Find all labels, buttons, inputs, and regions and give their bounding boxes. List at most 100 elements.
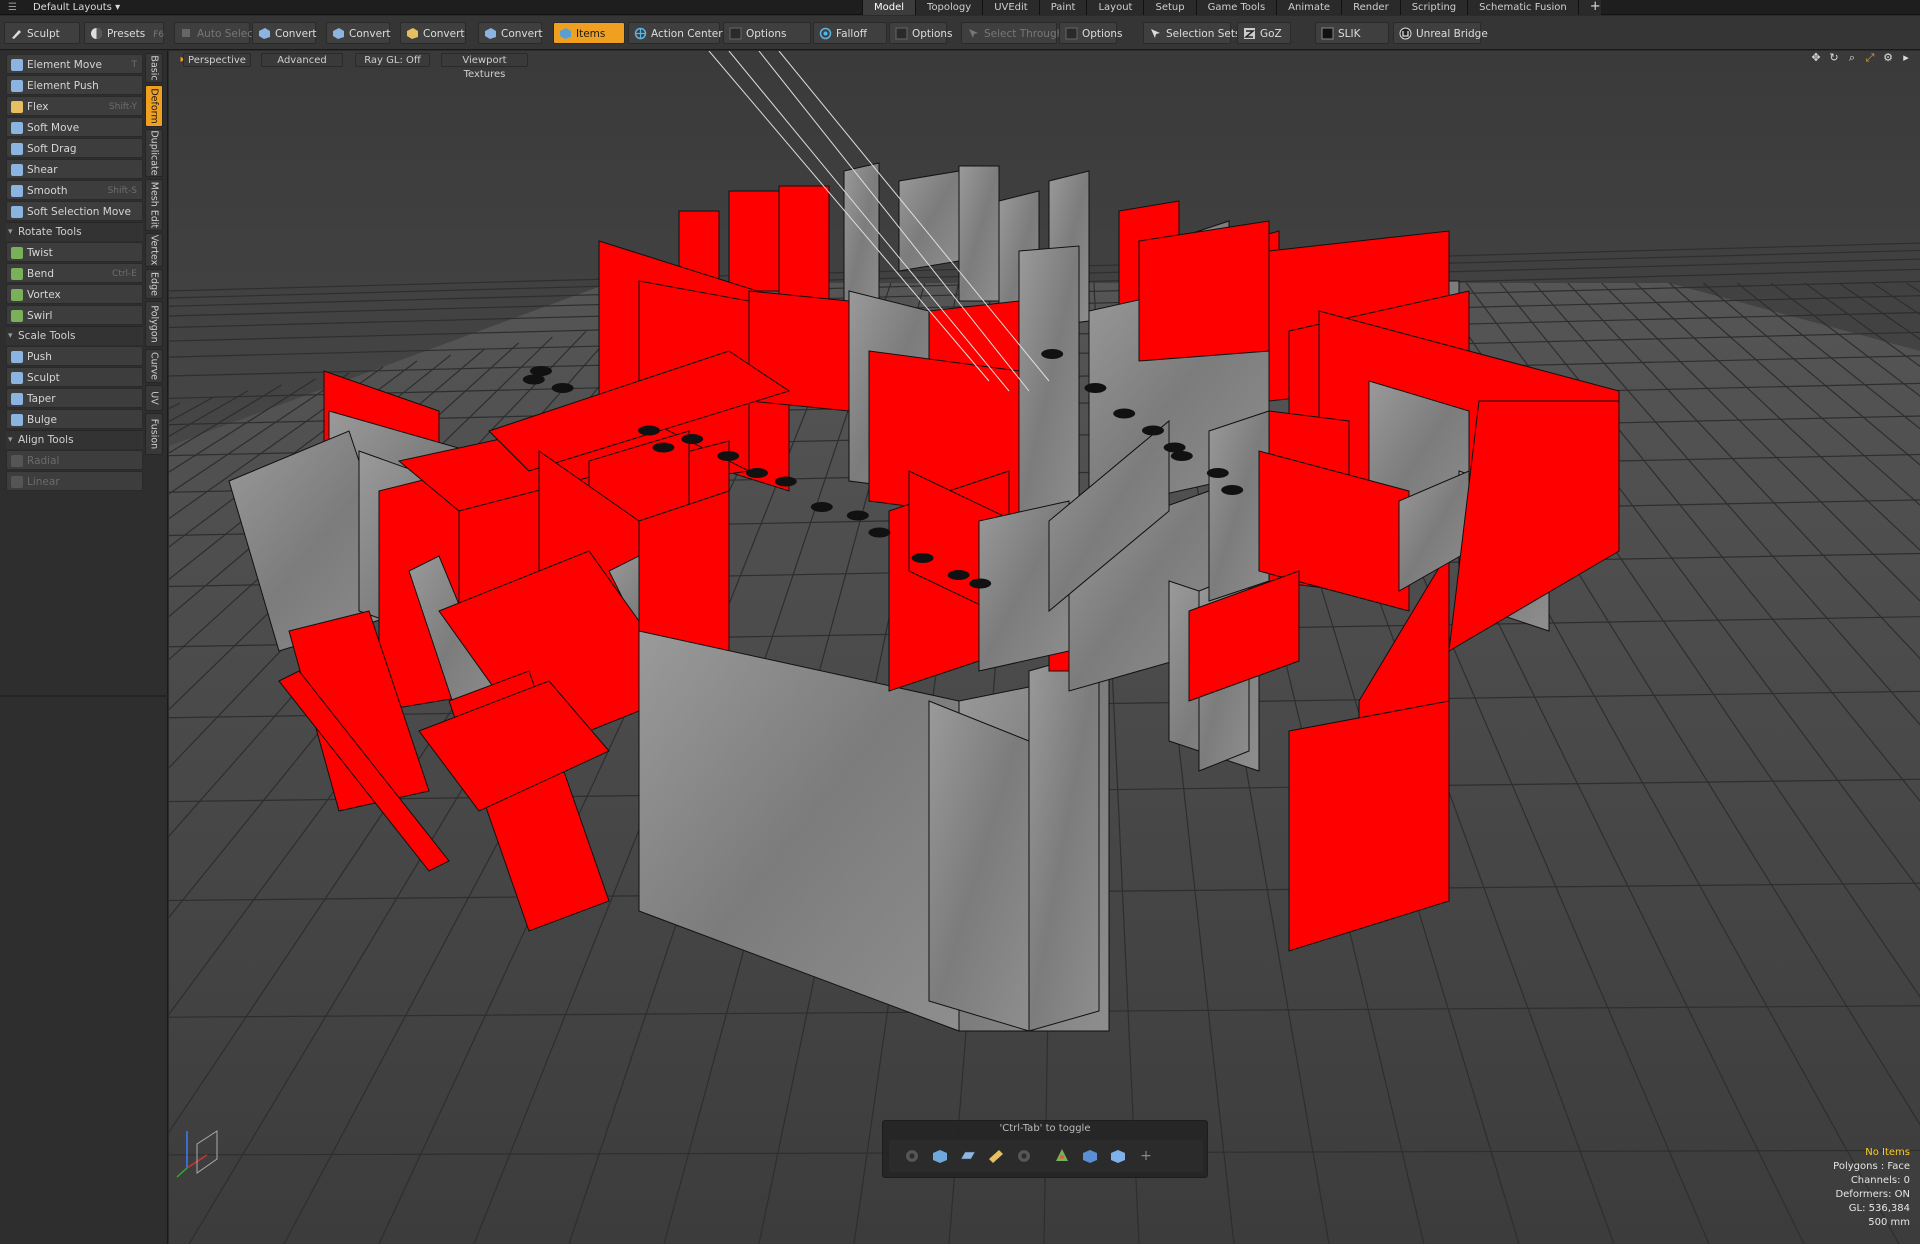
- tab-topology[interactable]: Topology: [915, 0, 983, 15]
- tool-element-push[interactable]: Element Push: [6, 75, 143, 95]
- mesh-cube-icon[interactable]: [1109, 1147, 1127, 1165]
- slik-icon: [1321, 27, 1334, 40]
- tool-twist[interactable]: Twist: [6, 242, 143, 262]
- tool-swirl[interactable]: Swirl: [6, 305, 143, 325]
- tab-uvedit[interactable]: UVEdit: [982, 0, 1039, 15]
- tab-render[interactable]: Render: [1341, 0, 1400, 15]
- convert-vertex-button[interactable]: Convert: [252, 22, 317, 44]
- viewport-settings-gear-icon[interactable]: ⚙: [1882, 52, 1894, 64]
- shading-dropdown[interactable]: Advanced: [261, 53, 343, 67]
- zoom-icon[interactable]: ⌕: [1846, 52, 1858, 64]
- presets-button[interactable]: Presets F6: [84, 22, 164, 44]
- scale-tools-header[interactable]: Scale Tools: [6, 326, 143, 346]
- tab-model[interactable]: Model: [862, 0, 916, 15]
- viewport-scene[interactable]: [169, 51, 1920, 1244]
- rotate-icon[interactable]: ↻: [1828, 52, 1840, 64]
- sculpt-button[interactable]: Sculpt: [4, 22, 80, 44]
- ruler-icon[interactable]: [987, 1147, 1005, 1165]
- palette-tab-edge[interactable]: Edge: [145, 269, 163, 299]
- tool-taper[interactable]: Taper: [6, 388, 143, 408]
- mesh-sphere-icon[interactable]: [931, 1147, 949, 1165]
- pan-icon[interactable]: ✥: [1810, 52, 1822, 64]
- wall-back-4[interactable]: [898, 170, 960, 272]
- falloff-button[interactable]: Falloff: [813, 22, 887, 44]
- palette-tab-basic[interactable]: Basic: [145, 53, 163, 83]
- shadow-decal: [969, 578, 992, 589]
- viewport-expand-arrow-icon[interactable]: ▸: [1900, 52, 1912, 64]
- selected-wall-mid-8[interactable]: [1138, 220, 1270, 362]
- transform-gizmo-icon[interactable]: [1053, 1147, 1071, 1165]
- items-mode-button[interactable]: Items: [553, 22, 625, 44]
- tab-layout[interactable]: Layout: [1086, 0, 1144, 15]
- shadow-decal: [1221, 485, 1244, 495]
- tool-bulge[interactable]: Bulge: [6, 409, 143, 429]
- add-tab-button[interactable]: +: [1577, 0, 1601, 15]
- palette-tab-polygon[interactable]: Polygon: [145, 301, 163, 347]
- falloff-options-button[interactable]: Options: [889, 22, 953, 44]
- selection-sets-button[interactable]: Selection Sets: [1143, 22, 1240, 44]
- gear-icon[interactable]: [903, 1147, 921, 1165]
- palette-tab-mesh-edit[interactable]: Mesh Edit: [145, 179, 163, 231]
- wall-front-20[interactable]: [928, 700, 1030, 1032]
- action-center-button[interactable]: Action Center: [628, 22, 723, 44]
- grid-plane-icon[interactable]: [959, 1147, 977, 1165]
- goz-button[interactable]: GoZ: [1237, 22, 1291, 44]
- hud-add-icon[interactable]: +: [1137, 1147, 1155, 1165]
- gear-icon[interactable]: [1015, 1147, 1033, 1165]
- layout-switcher[interactable]: ☰ Default Layouts ▾: [8, 0, 120, 15]
- tab-schematic-fusion[interactable]: Schematic Fusion: [1467, 0, 1578, 15]
- wall-back-5[interactable]: [958, 165, 1000, 302]
- edge-convert-icon: [333, 28, 344, 39]
- twist-icon: [11, 247, 23, 259]
- palette-tab-vertex[interactable]: Vertex: [145, 233, 163, 267]
- tab-setup[interactable]: Setup: [1143, 0, 1196, 15]
- palette-tab-deform[interactable]: Deform: [145, 85, 163, 127]
- wall-mid-6[interactable]: [1018, 245, 1080, 522]
- tool-smooth[interactable]: Smooth Shift-S: [6, 180, 143, 200]
- tool-soft-selection-move[interactable]: Soft Selection Move: [6, 201, 143, 221]
- select-through-button[interactable]: Select Through: [961, 22, 1063, 44]
- tool-linear[interactable]: Linear: [6, 471, 143, 491]
- tool-sculpt[interactable]: Sculpt: [6, 367, 143, 387]
- tool-flex[interactable]: Flex Shift-Y: [6, 96, 143, 116]
- tab-scripting[interactable]: Scripting: [1399, 0, 1468, 15]
- auto-select-button[interactable]: Auto Select: [174, 22, 257, 44]
- tab-animate[interactable]: Animate: [1276, 0, 1342, 15]
- wall-front-21[interactable]: [1028, 650, 1100, 1032]
- cube-stack-icon[interactable]: [1081, 1147, 1099, 1165]
- convert-item-button[interactable]: Convert: [478, 22, 543, 44]
- slik-button[interactable]: SLIK: [1315, 22, 1389, 44]
- fit-icon[interactable]: ⤢: [1864, 52, 1876, 64]
- palette-tab-uv[interactable]: UV: [145, 385, 163, 411]
- palette-tab-duplicate[interactable]: Duplicate: [145, 129, 163, 177]
- tool-radial[interactable]: Radial: [6, 450, 143, 470]
- convert-polygon-button[interactable]: Convert: [400, 22, 466, 44]
- tool-shortcut: Shift-S: [107, 186, 137, 196]
- tool-soft-move[interactable]: Soft Move: [6, 117, 143, 137]
- soft-move-icon: [11, 122, 23, 134]
- viewport-textures-toggle[interactable]: Viewport Textures: [441, 53, 528, 80]
- 3d-viewport[interactable]: ▸ Perspective Advanced Ray GL: Off Viewp…: [169, 51, 1920, 1244]
- align-tools-header[interactable]: Align Tools: [6, 430, 143, 450]
- tool-push[interactable]: Push: [6, 346, 143, 366]
- raygl-toggle[interactable]: Ray GL: Off: [355, 53, 430, 67]
- palette-tab-curve[interactable]: Curve: [145, 349, 163, 383]
- palette-tab-fusion[interactable]: Fusion: [145, 413, 163, 455]
- tool-bend[interactable]: Bend Ctrl-E: [6, 263, 143, 283]
- convert-edge-button[interactable]: Convert: [326, 22, 391, 44]
- tool-soft-drag[interactable]: Soft Drag: [6, 138, 143, 158]
- tool-element-move[interactable]: Element Move T: [6, 54, 143, 74]
- action-center-options-button[interactable]: Options: [723, 22, 811, 44]
- tab-game-tools[interactable]: Game Tools: [1195, 0, 1277, 15]
- tool-shear[interactable]: Shear: [6, 159, 143, 179]
- rotate-tools-header[interactable]: Rotate Tools: [6, 222, 143, 242]
- palette-tab-label: Polygon: [148, 305, 160, 343]
- tool-vortex[interactable]: Vortex: [6, 284, 143, 304]
- unreal-bridge-button[interactable]: Unreal Bridge: [1393, 22, 1488, 44]
- palette-tab-label: Deform: [148, 88, 160, 124]
- tab-paint[interactable]: Paint: [1038, 0, 1087, 15]
- view-mode-dropdown[interactable]: Perspective: [183, 53, 251, 67]
- select-through-options-button[interactable]: Options: [1059, 22, 1123, 44]
- layout-menu-icon: ☰: [8, 2, 17, 13]
- shadow-decal: [1041, 349, 1064, 359]
